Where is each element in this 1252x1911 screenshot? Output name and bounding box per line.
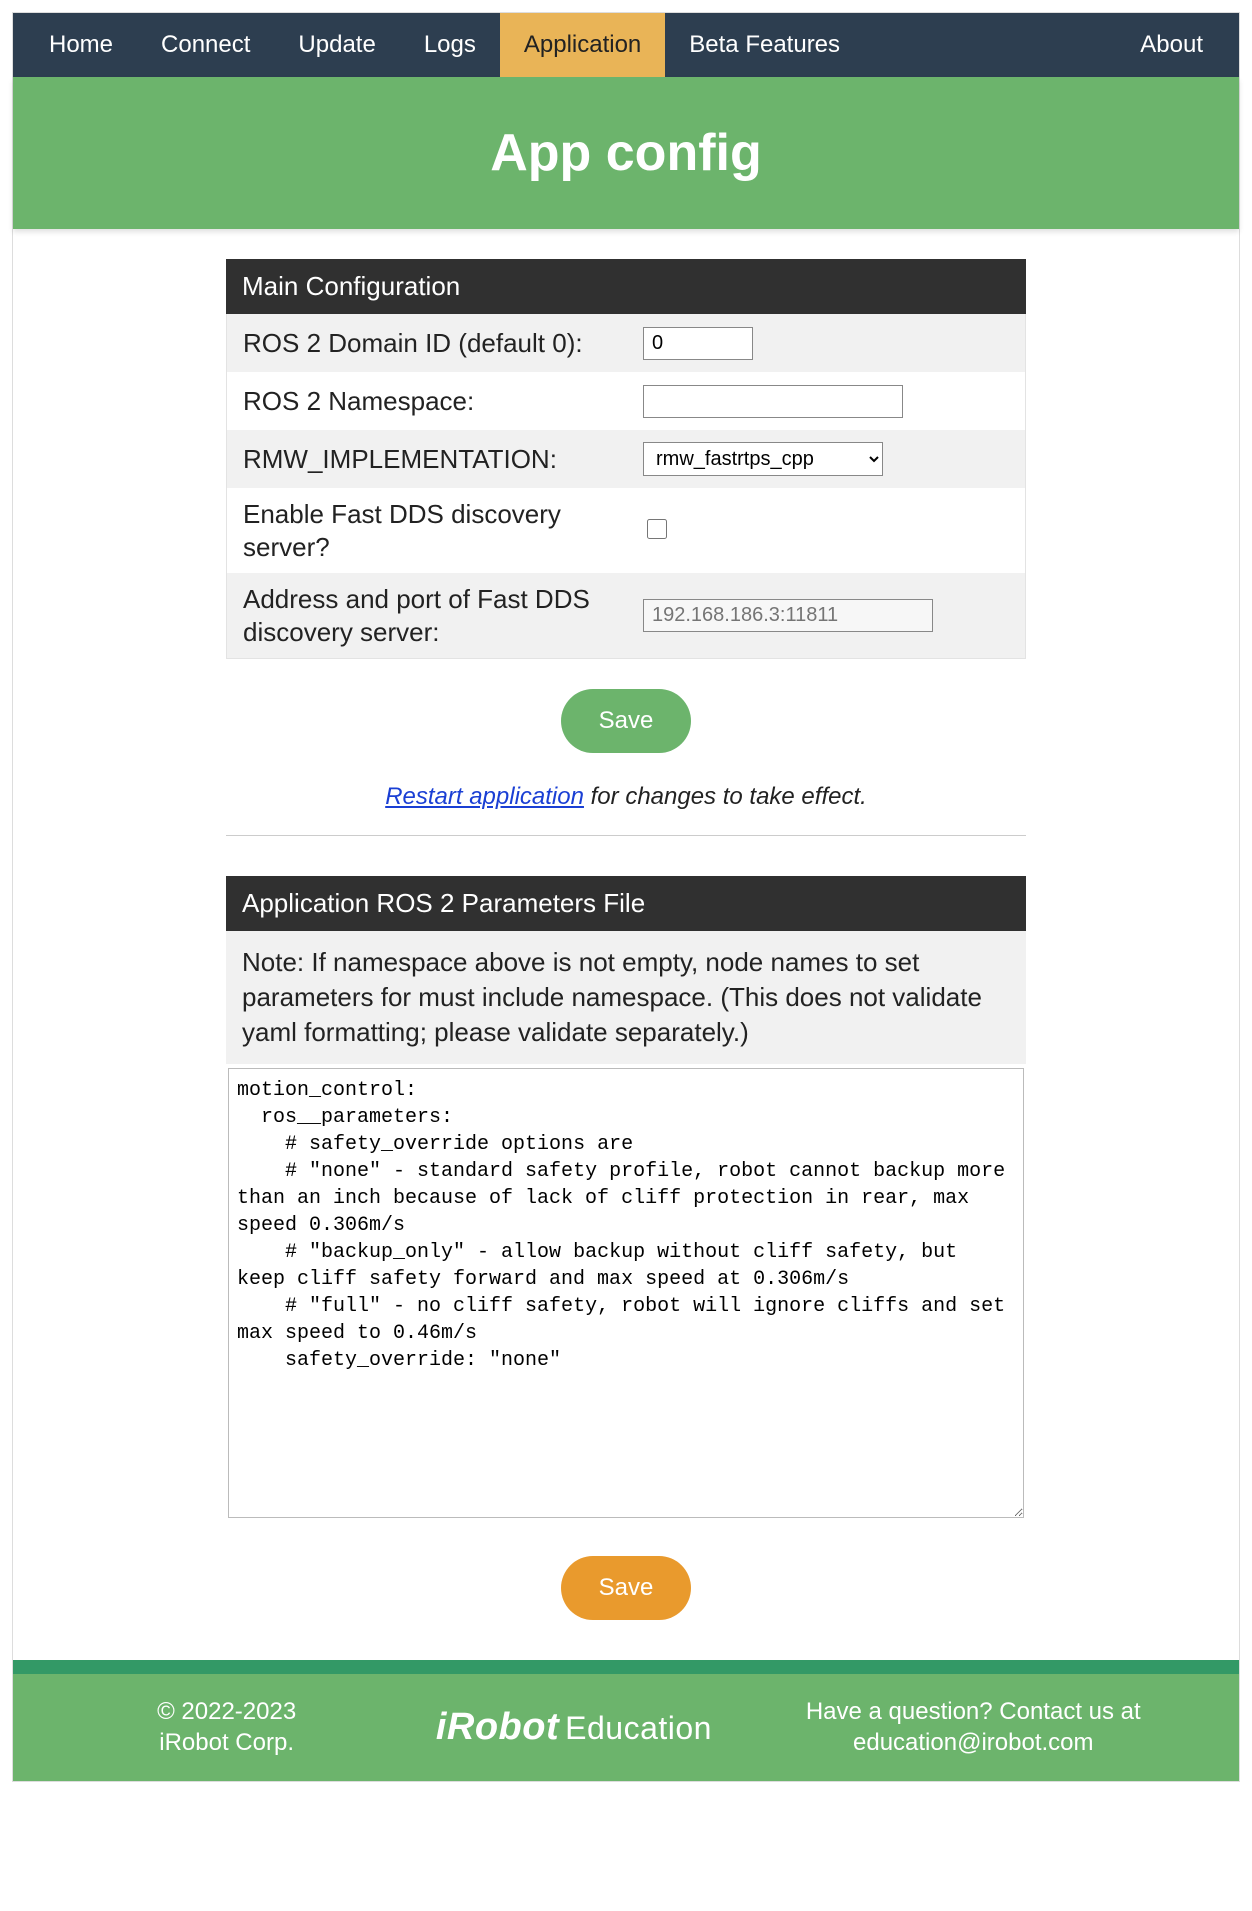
namespace-label: ROS 2 Namespace: bbox=[243, 385, 643, 418]
params-file-header: Application ROS 2 Parameters File bbox=[226, 876, 1026, 931]
params-file-panel: Application ROS 2 Parameters File Note: … bbox=[226, 876, 1026, 1526]
fastdds-addr-input[interactable] bbox=[643, 599, 933, 632]
top-navbar: Home Connect Update Logs Application Bet… bbox=[13, 13, 1239, 77]
save-params-button[interactable]: Save bbox=[561, 1556, 692, 1620]
nav-connect[interactable]: Connect bbox=[137, 13, 274, 77]
rmw-label: RMW_IMPLEMENTATION: bbox=[243, 443, 643, 476]
footer-contact-email[interactable]: education@irobot.com bbox=[748, 1727, 1199, 1758]
domain-id-input[interactable] bbox=[643, 327, 753, 360]
namespace-input[interactable] bbox=[643, 385, 903, 418]
main-config-header: Main Configuration bbox=[226, 259, 1026, 314]
nav-update[interactable]: Update bbox=[274, 13, 399, 77]
nav-application[interactable]: Application bbox=[500, 13, 665, 77]
page-footer: © 2022-2023 iRobot Corp. iRobotEducation… bbox=[13, 1674, 1239, 1780]
restart-application-link[interactable]: Restart application bbox=[385, 783, 584, 810]
footer-copyright-line2: iRobot Corp. bbox=[53, 1727, 400, 1758]
restart-note: Restart application for changes to take … bbox=[226, 783, 1026, 811]
nav-about[interactable]: About bbox=[1116, 13, 1227, 77]
footer-brand-main: iRobot bbox=[436, 1706, 559, 1748]
fastdds-enable-label: Enable Fast DDS discovery server? bbox=[243, 498, 643, 563]
domain-id-label: ROS 2 Domain ID (default 0): bbox=[243, 327, 643, 360]
footer-copyright-line1: © 2022-2023 bbox=[53, 1696, 400, 1727]
nav-beta-features[interactable]: Beta Features bbox=[665, 13, 864, 77]
nav-home[interactable]: Home bbox=[25, 13, 137, 77]
fastdds-enable-checkbox[interactable] bbox=[647, 519, 667, 539]
fastdds-addr-label: Address and port of Fast DDS discovery s… bbox=[243, 583, 643, 648]
footer-contact-line1: Have a question? Contact us at bbox=[748, 1696, 1199, 1727]
section-divider bbox=[226, 835, 1026, 836]
footer-accent-bar bbox=[13, 1660, 1239, 1674]
page-title: App config bbox=[23, 123, 1229, 183]
footer-brand-logo: iRobotEducation bbox=[436, 1706, 712, 1748]
restart-suffix: for changes to take effect. bbox=[584, 783, 867, 810]
footer-brand-sub: Education bbox=[565, 1710, 712, 1746]
save-main-config-button[interactable]: Save bbox=[561, 689, 692, 753]
main-config-panel: Main Configuration ROS 2 Domain ID (defa… bbox=[226, 259, 1026, 659]
page-hero: App config bbox=[13, 77, 1239, 229]
rmw-select[interactable]: rmw_fastrtps_cpp bbox=[643, 442, 883, 476]
params-yaml-textarea[interactable] bbox=[228, 1068, 1024, 1518]
nav-logs[interactable]: Logs bbox=[400, 13, 500, 77]
params-file-note: Note: If namespace above is not empty, n… bbox=[226, 931, 1026, 1064]
